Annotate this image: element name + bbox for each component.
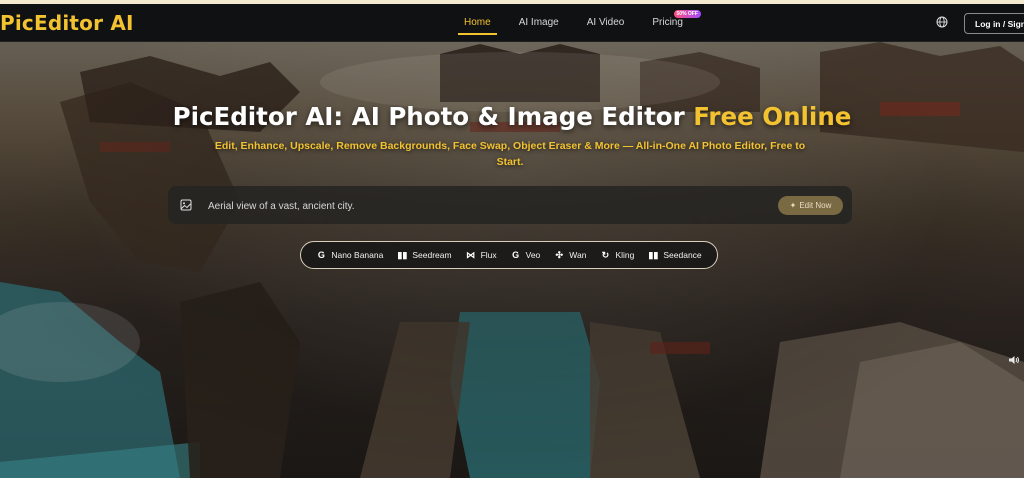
nav-ai-video[interactable]: AI Video	[573, 4, 639, 41]
model-label: Seedream	[412, 250, 452, 260]
logo[interactable]: PicEditor AI	[0, 11, 134, 35]
prompt-input[interactable]	[206, 195, 770, 217]
model-label: Seedance	[663, 250, 702, 260]
nav-ai-image[interactable]: AI Image	[505, 4, 573, 41]
nav-pricing-label: Pricing	[652, 17, 683, 28]
model-wan[interactable]: ✣ Wan	[554, 249, 587, 261]
login-signup-button[interactable]: Log in / Sign Up	[964, 13, 1024, 34]
model-nano-banana[interactable]: G Nano Banana	[316, 250, 384, 260]
kling-icon: ↻	[601, 249, 610, 260]
discount-badge: 50% OFF	[673, 10, 701, 18]
nav-pricing[interactable]: Pricing 50% OFF	[638, 4, 701, 41]
seedream-icon: ▮▮	[397, 249, 408, 260]
nav-home[interactable]: Home	[450, 4, 505, 41]
model-kling[interactable]: ↻ Kling	[600, 249, 635, 261]
sparkle-icon: ✦	[789, 201, 797, 210]
hero-title: PicEditor AI: AI Photo & Image Editor Fr…	[0, 102, 1024, 131]
model-label: Kling	[615, 250, 635, 260]
hero-title-highlight: Free Online	[693, 102, 852, 131]
model-label: Nano Banana	[331, 250, 384, 260]
google-icon: G	[512, 250, 520, 260]
main-nav: Home AI Image AI Video Pricing 50% OFF	[450, 4, 701, 41]
navbar: PicEditor AI Home AI Image AI Video Pric…	[0, 4, 1024, 42]
hero-subtitle: Edit, Enhance, Upscale, Remove Backgroun…	[214, 140, 806, 168]
model-veo[interactable]: G Veo	[511, 250, 541, 260]
model-label: Wan	[569, 250, 587, 260]
globe-icon[interactable]	[936, 16, 948, 28]
google-icon: G	[317, 250, 325, 260]
seedance-icon: ▮▮	[648, 249, 659, 260]
edit-now-label: Edit Now	[799, 201, 832, 210]
edit-now-button[interactable]: ✦ Edit Now	[778, 196, 843, 215]
image-icon	[180, 199, 192, 211]
model-label: Veo	[525, 250, 541, 260]
model-flux[interactable]: ⋈ Flux	[466, 250, 497, 261]
model-seedream[interactable]: ▮▮ Seedream	[397, 250, 451, 261]
hero-title-main: PicEditor AI: AI Photo & Image Editor	[172, 102, 694, 131]
model-label: Flux	[480, 250, 497, 260]
prompt-box: ✦Edit Now	[168, 186, 852, 224]
speaker-icon[interactable]	[1008, 354, 1020, 366]
model-selector: G Nano Banana ▮▮ Seedream ⋈ Flux G Veo ✣ Wan …	[300, 241, 718, 269]
model-seedance[interactable]: ▮▮ Seedance	[648, 250, 701, 261]
flux-icon: ⋈	[466, 249, 476, 260]
wan-icon: ✣	[555, 249, 564, 260]
